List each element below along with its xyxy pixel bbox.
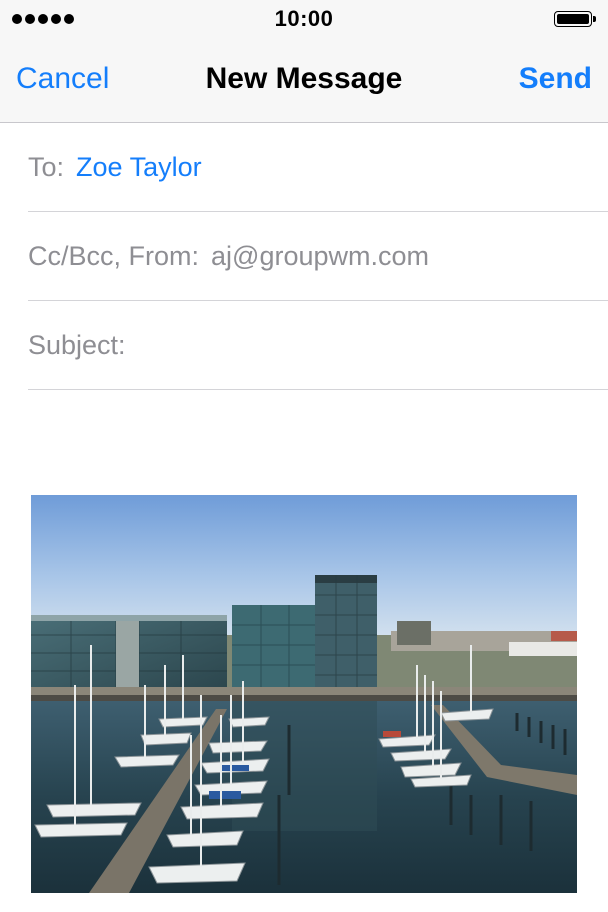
cc-bcc-from-field[interactable]: Cc/Bcc, From: aj@groupwm.com <box>28 212 608 301</box>
marina-harbor-photo <box>31 495 577 893</box>
status-bar: 10:00 <box>0 0 608 40</box>
status-time: 10:00 <box>274 6 334 31</box>
from-address[interactable]: aj@groupwm.com <box>211 241 429 272</box>
cancel-button[interactable]: Cancel <box>16 62 109 96</box>
attached-photo[interactable] <box>31 495 577 893</box>
recipient-token[interactable]: Zoe Taylor <box>76 152 202 183</box>
battery-icon <box>554 11 598 29</box>
send-button[interactable]: Send <box>519 62 592 96</box>
subject-label: Subject: <box>28 329 126 360</box>
navigation-bar: Cancel New Message Send <box>0 40 608 123</box>
cc-bcc-from-label: Cc/Bcc, From: <box>28 240 200 271</box>
subject-field[interactable]: Subject: <box>28 301 608 390</box>
message-body[interactable] <box>0 391 608 912</box>
compose-screen: 10:00 Cancel New Message Send To: Zoe Ta… <box>0 0 608 912</box>
subject-input[interactable] <box>133 314 608 376</box>
to-field[interactable]: To: Zoe Taylor <box>28 123 608 212</box>
to-label: To: <box>28 151 65 182</box>
